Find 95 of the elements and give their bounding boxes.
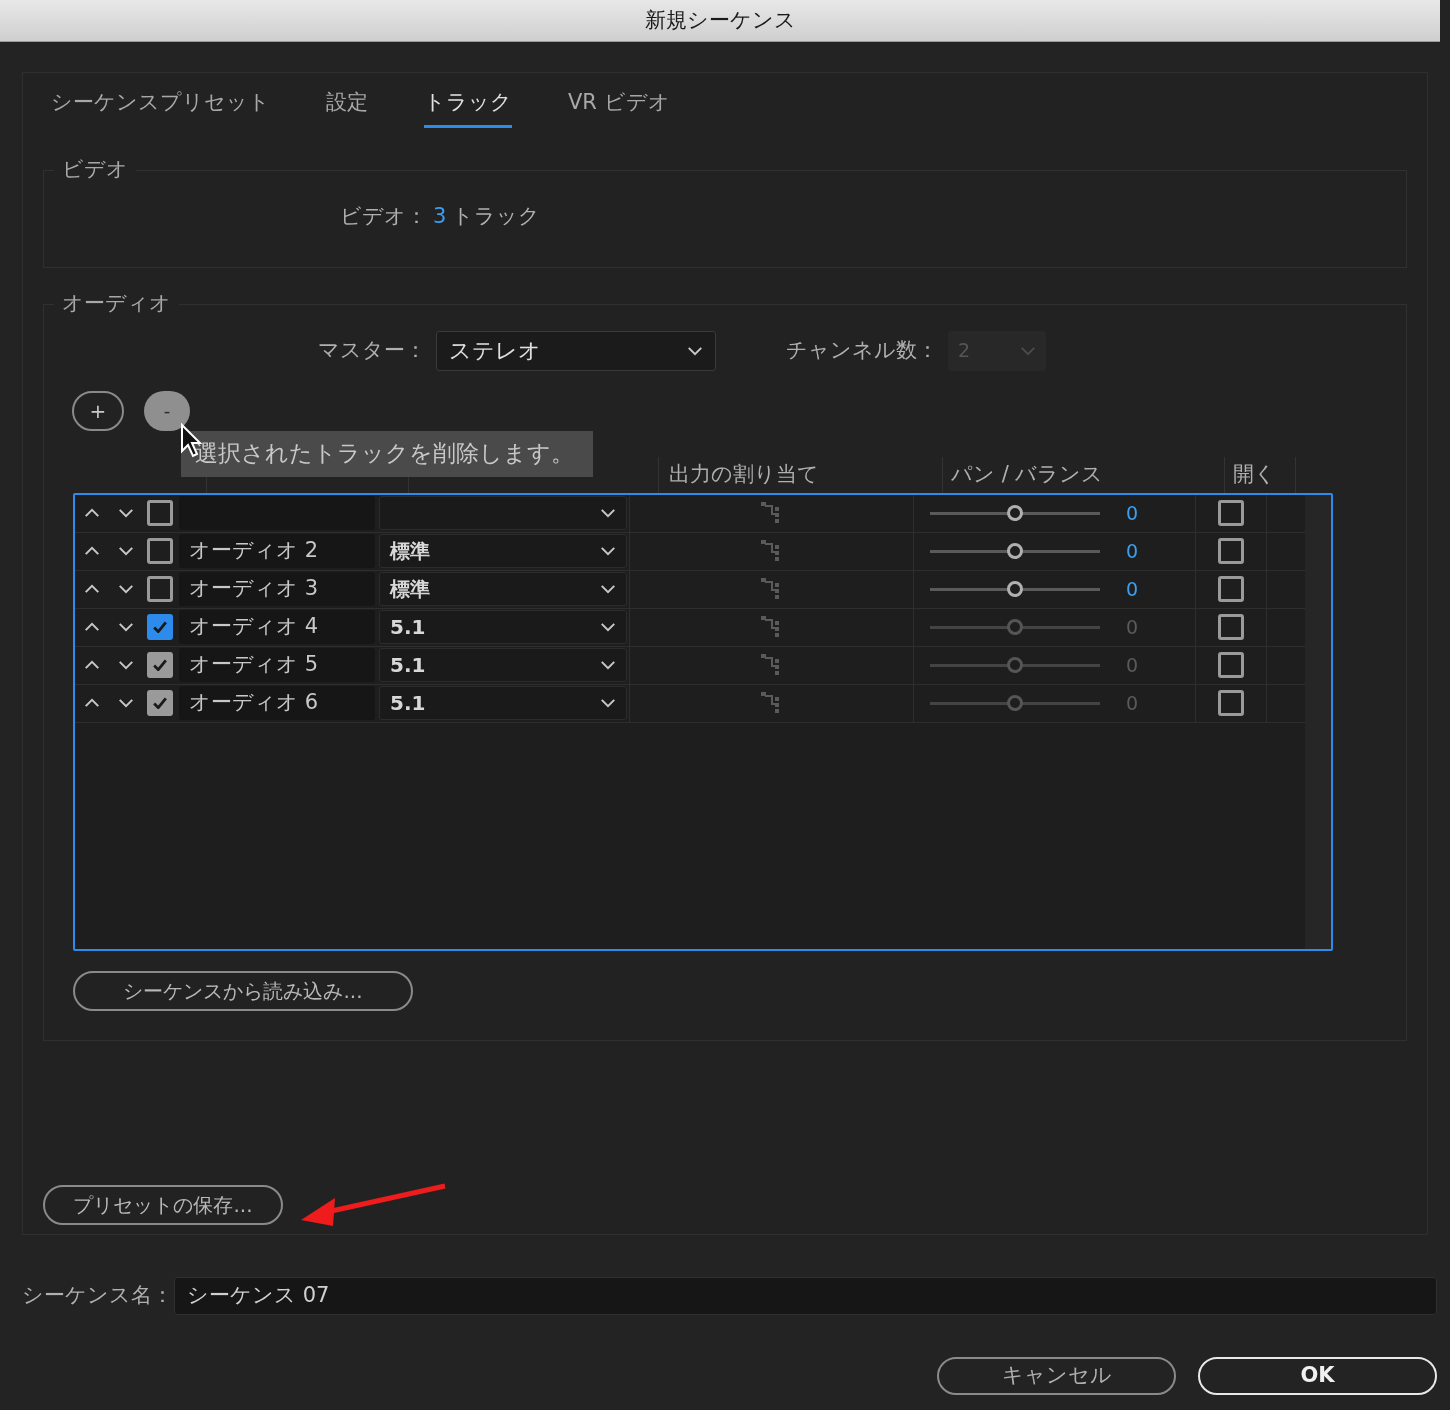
pan-slider[interactable]	[930, 619, 1100, 635]
tab[interactable]: トラック	[424, 87, 512, 128]
track-name-field[interactable]	[179, 496, 375, 530]
video-track-count[interactable]: 3	[433, 200, 447, 232]
checkbox[interactable]	[147, 614, 173, 640]
checkmark-icon	[153, 659, 167, 671]
channels-label: チャンネル数：	[786, 336, 938, 364]
down-caret-icon	[600, 622, 616, 632]
checkbox[interactable]	[1218, 614, 1244, 640]
add-track-button[interactable]: +	[72, 390, 124, 431]
track-name-field[interactable]: オーディオ 3	[179, 572, 375, 606]
tab[interactable]: VR ビデオ	[568, 87, 670, 128]
move-down-button[interactable]	[118, 508, 134, 518]
pan-slider[interactable]	[930, 657, 1100, 673]
checkmark-icon	[153, 621, 167, 633]
pan-value[interactable]: 0	[1118, 498, 1146, 528]
checkbox[interactable]	[147, 652, 173, 678]
column-header: パン / バランス	[951, 460, 1104, 488]
slider-thumb[interactable]	[1007, 543, 1023, 559]
tab[interactable]: 設定	[326, 87, 368, 128]
column-header: 開く	[1233, 460, 1276, 488]
checkbox[interactable]	[1218, 538, 1244, 564]
track-type-dropdown[interactable]: 5.1	[379, 648, 627, 682]
move-down-button[interactable]	[118, 546, 134, 556]
checkbox[interactable]	[1218, 652, 1244, 678]
down-caret-icon	[1020, 345, 1036, 356]
move-down-button[interactable]	[118, 698, 134, 708]
sequence-name-label: シーケンス名：	[22, 1282, 174, 1310]
down-caret-icon	[118, 584, 134, 594]
scrollbar-track[interactable]	[1305, 494, 1331, 949]
checkbox[interactable]	[147, 538, 173, 564]
video-tracks-unit: トラック	[452, 202, 541, 230]
move-down-button[interactable]	[118, 622, 134, 632]
checkbox[interactable]	[1218, 500, 1244, 526]
up-caret-icon	[84, 622, 100, 632]
import-from-sequence-button[interactable]: シーケンスから読み込み...	[73, 970, 413, 1011]
checkmark-icon	[153, 697, 167, 709]
down-caret-icon	[118, 622, 134, 632]
pan-slider[interactable]	[930, 505, 1100, 521]
column-header: 出力の割り当て	[669, 460, 819, 488]
save-preset-button[interactable]: プリセットの保存...	[43, 1184, 283, 1225]
track-type-dropdown[interactable]: 5.1	[379, 610, 627, 644]
track-type-dropdown[interactable]: 5.1	[379, 686, 627, 720]
pan-value[interactable]: 0	[1118, 536, 1146, 566]
track-name-field[interactable]: オーディオ 5	[179, 648, 375, 682]
window-title: 新規シーケンス	[644, 6, 796, 34]
checkbox[interactable]	[1218, 576, 1244, 602]
sequence-name-field[interactable]: シーケンス 07	[174, 1277, 1437, 1315]
move-down-button[interactable]	[118, 584, 134, 594]
move-down-button[interactable]	[118, 660, 134, 670]
slider-thumb[interactable]	[1007, 581, 1023, 597]
up-caret-icon	[84, 698, 100, 708]
checkbox[interactable]	[1218, 690, 1244, 716]
down-caret-icon	[118, 546, 134, 556]
move-up-button[interactable]	[84, 660, 100, 670]
move-up-button[interactable]	[84, 546, 100, 556]
master-label: マスター：	[318, 336, 426, 364]
slider-thumb[interactable]	[1007, 505, 1023, 521]
tooltip: 選択されたトラックを削除します。	[181, 430, 593, 477]
track-name-field[interactable]: オーディオ 4	[179, 610, 375, 644]
up-caret-icon	[84, 546, 100, 556]
tab[interactable]: シーケンスプリセット	[51, 87, 270, 128]
move-up-button[interactable]	[84, 622, 100, 632]
checkbox[interactable]	[147, 690, 173, 716]
move-up-button[interactable]	[84, 508, 100, 518]
down-caret-icon	[687, 345, 703, 356]
cancel-button[interactable]: キャンセル	[937, 1357, 1176, 1395]
down-caret-icon	[118, 508, 134, 518]
track-name-field[interactable]: オーディオ 6	[179, 686, 375, 720]
down-caret-icon	[118, 660, 134, 670]
pan-value[interactable]: 0	[1118, 574, 1146, 604]
track-type-dropdown[interactable]: 標準	[379, 572, 627, 606]
down-caret-icon	[600, 698, 616, 708]
move-up-button[interactable]	[84, 584, 100, 594]
move-up-button[interactable]	[84, 698, 100, 708]
master-dropdown[interactable]: ステレオ	[436, 330, 716, 371]
down-caret-icon	[600, 584, 616, 594]
pan-slider[interactable]	[930, 581, 1100, 597]
remove-track-button[interactable]: -	[144, 390, 190, 431]
pan-slider[interactable]	[930, 695, 1100, 711]
checkbox[interactable]	[147, 500, 173, 526]
track-name-field[interactable]: オーディオ 2	[179, 534, 375, 568]
track-type-dropdown[interactable]: 標準	[379, 534, 627, 568]
ok-button[interactable]: OK	[1198, 1357, 1437, 1395]
down-caret-icon	[118, 698, 134, 708]
track-type-dropdown[interactable]	[379, 496, 627, 530]
up-caret-icon	[84, 660, 100, 670]
up-caret-icon	[84, 508, 100, 518]
down-caret-icon	[600, 508, 616, 518]
video-tracks-label: ビデオ：	[340, 202, 427, 230]
down-caret-icon	[600, 546, 616, 556]
pan-slider[interactable]	[930, 543, 1100, 559]
down-caret-icon	[600, 660, 616, 670]
up-caret-icon	[84, 584, 100, 594]
checkbox[interactable]	[147, 576, 173, 602]
